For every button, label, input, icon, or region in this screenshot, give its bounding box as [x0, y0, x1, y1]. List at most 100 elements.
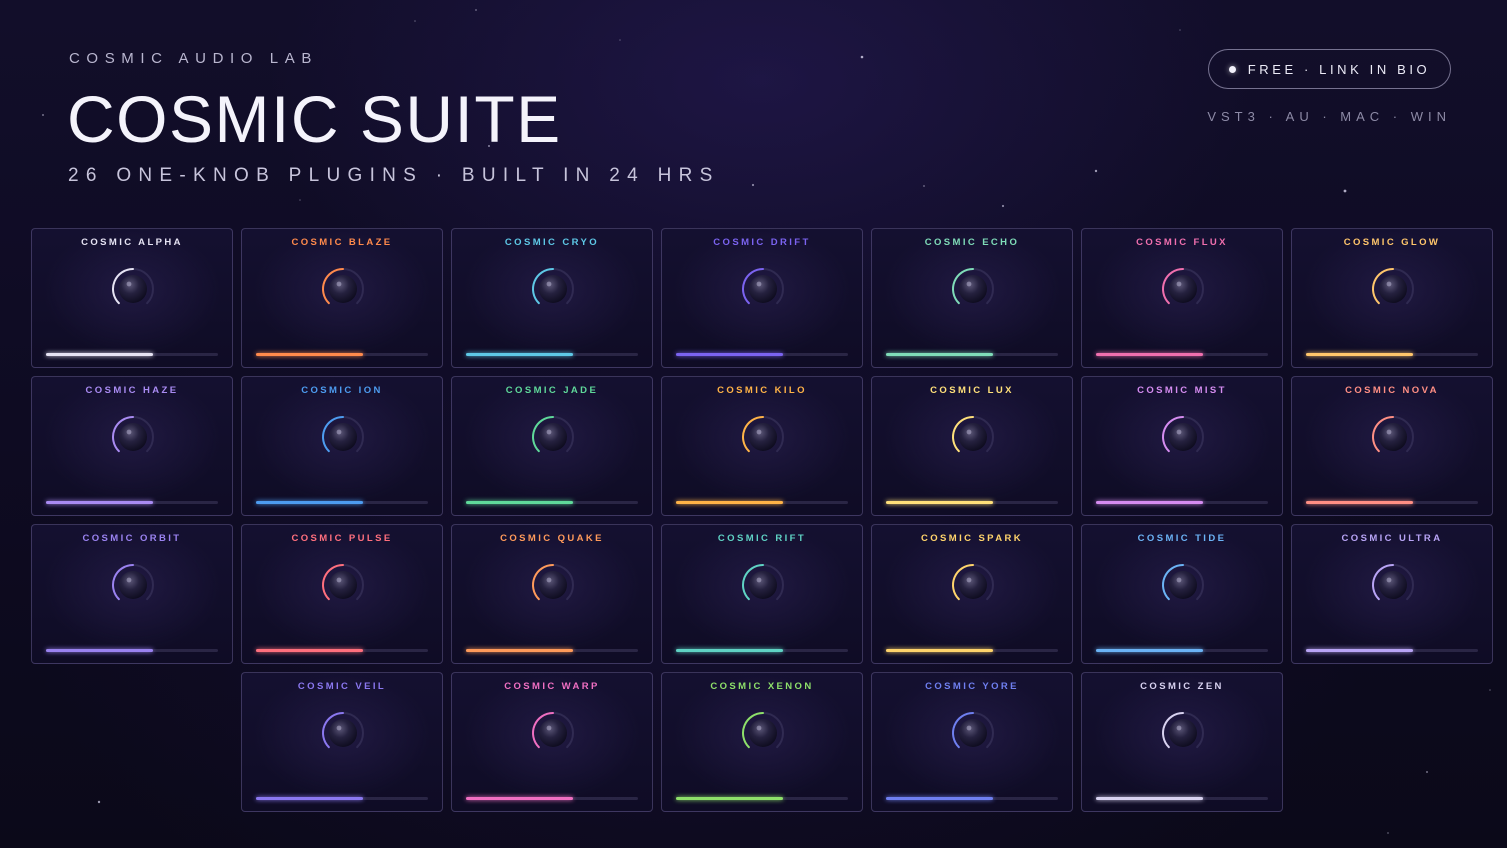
plugin-knob[interactable] [529, 413, 577, 461]
plugin-knob[interactable] [319, 561, 367, 609]
knob-icon [742, 563, 784, 601]
plugin-knob[interactable] [949, 709, 997, 757]
plugin-card[interactable]: COSMIC CRYO [451, 228, 653, 368]
plugin-knob[interactable] [319, 709, 367, 757]
level-meter [466, 649, 638, 652]
plugin-card[interactable]: COSMIC SPARK [871, 524, 1073, 664]
level-meter-fill [466, 501, 573, 504]
plugin-knob[interactable] [319, 265, 367, 313]
plugin-card[interactable]: COSMIC ION [241, 376, 443, 516]
plugin-knob[interactable] [1369, 265, 1417, 313]
plugin-knob[interactable] [529, 709, 577, 757]
plugin-card[interactable]: COSMIC LUX [871, 376, 1073, 516]
knob-icon [952, 711, 994, 749]
knob-body [329, 275, 357, 303]
level-meter [1096, 353, 1268, 356]
plugin-knob[interactable] [529, 265, 577, 313]
level-meter-fill [676, 353, 783, 356]
plugin-card[interactable]: COSMIC HAZE [31, 376, 233, 516]
plugin-knob[interactable] [739, 709, 787, 757]
plugin-knob[interactable] [739, 413, 787, 461]
level-meter [1306, 649, 1478, 652]
plugin-knob[interactable] [1159, 265, 1207, 313]
level-meter [466, 797, 638, 800]
plugin-card[interactable]: COSMIC YORE [871, 672, 1073, 812]
plugin-card[interactable]: COSMIC VEIL [241, 672, 443, 812]
knob-icon [532, 415, 574, 453]
plugin-card[interactable]: COSMIC DRIFT [661, 228, 863, 368]
knob-highlight [336, 429, 342, 435]
level-meter [1306, 501, 1478, 504]
knob-icon [742, 267, 784, 305]
knob-body [119, 275, 147, 303]
knob-body [1169, 275, 1197, 303]
plugin-card[interactable]: COSMIC PULSE [241, 524, 443, 664]
knob-body [1169, 719, 1197, 747]
plugin-name: COSMIC SPARK [921, 533, 1023, 544]
plugin-card[interactable]: COSMIC ORBIT [31, 524, 233, 664]
plugin-card[interactable]: COSMIC ZEN [1081, 672, 1283, 812]
plugin-knob[interactable] [949, 265, 997, 313]
knob-body [749, 423, 777, 451]
plugin-card[interactable]: COSMIC ECHO [871, 228, 1073, 368]
plugin-card[interactable]: COSMIC XENON [661, 672, 863, 812]
plugin-knob[interactable] [109, 413, 157, 461]
knob-icon [1372, 563, 1414, 601]
plugin-card[interactable]: COSMIC JADE [451, 376, 653, 516]
knob-body [1379, 423, 1407, 451]
plugin-knob[interactable] [1159, 413, 1207, 461]
plugin-name: COSMIC VEIL [297, 681, 387, 692]
free-link-badge[interactable]: FREE · LINK IN BIO [1208, 49, 1451, 89]
level-meter-fill [46, 649, 153, 652]
plugin-knob[interactable] [529, 561, 577, 609]
knob-body [329, 719, 357, 747]
knob-body [329, 571, 357, 599]
plugin-knob[interactable] [319, 413, 367, 461]
plugin-card[interactable]: COSMIC KILO [661, 376, 863, 516]
plugin-card[interactable]: COSMIC NOVA [1291, 376, 1493, 516]
knob-highlight [1386, 281, 1392, 287]
plugin-name: COSMIC ION [301, 385, 383, 396]
knob-body [119, 423, 147, 451]
plugin-knob[interactable] [109, 265, 157, 313]
plugin-knob[interactable] [949, 561, 997, 609]
plugin-name: COSMIC MIST [1137, 385, 1227, 396]
plugin-card[interactable]: COSMIC ULTRA [1291, 524, 1493, 664]
plugin-knob[interactable] [1159, 561, 1207, 609]
plugin-card[interactable]: COSMIC TIDE [1081, 524, 1283, 664]
plugin-card[interactable]: COSMIC MIST [1081, 376, 1283, 516]
plugin-card[interactable]: COSMIC FLUX [1081, 228, 1283, 368]
level-meter [256, 501, 428, 504]
level-meter [1096, 797, 1268, 800]
knob-icon [742, 711, 784, 749]
plugin-card[interactable]: COSMIC GLOW [1291, 228, 1493, 368]
plugin-knob[interactable] [739, 265, 787, 313]
plugin-card[interactable]: COSMIC WARP [451, 672, 653, 812]
plugin-knob[interactable] [739, 561, 787, 609]
plugin-name: COSMIC ORBIT [82, 533, 182, 544]
knob-highlight [966, 577, 972, 583]
plugin-name: COSMIC KILO [717, 385, 807, 396]
plugin-knob[interactable] [1369, 413, 1417, 461]
plugin-suite-page: COSMIC AUDIO LAB COSMIC SUITE 26 ONE-KNO… [0, 0, 1507, 848]
plugin-name: COSMIC CRYO [504, 237, 600, 248]
plugin-name: COSMIC JADE [505, 385, 599, 396]
level-meter-fill [256, 649, 363, 652]
plugin-card[interactable]: COSMIC ALPHA [31, 228, 233, 368]
level-meter [466, 353, 638, 356]
plugin-knob[interactable] [1159, 709, 1207, 757]
plugin-knob[interactable] [109, 561, 157, 609]
plugin-card[interactable]: COSMIC RIFT [661, 524, 863, 664]
knob-body [749, 275, 777, 303]
plugin-knob[interactable] [949, 413, 997, 461]
plugin-card[interactable]: COSMIC BLAZE [241, 228, 443, 368]
knob-icon [322, 563, 364, 601]
plugin-knob[interactable] [1369, 561, 1417, 609]
knob-body [539, 719, 567, 747]
knob-highlight [546, 281, 552, 287]
level-meter [256, 797, 428, 800]
page-title: COSMIC SUITE [67, 82, 562, 156]
plugin-card[interactable]: COSMIC QUAKE [451, 524, 653, 664]
knob-body [119, 571, 147, 599]
knob-icon [1162, 415, 1204, 453]
